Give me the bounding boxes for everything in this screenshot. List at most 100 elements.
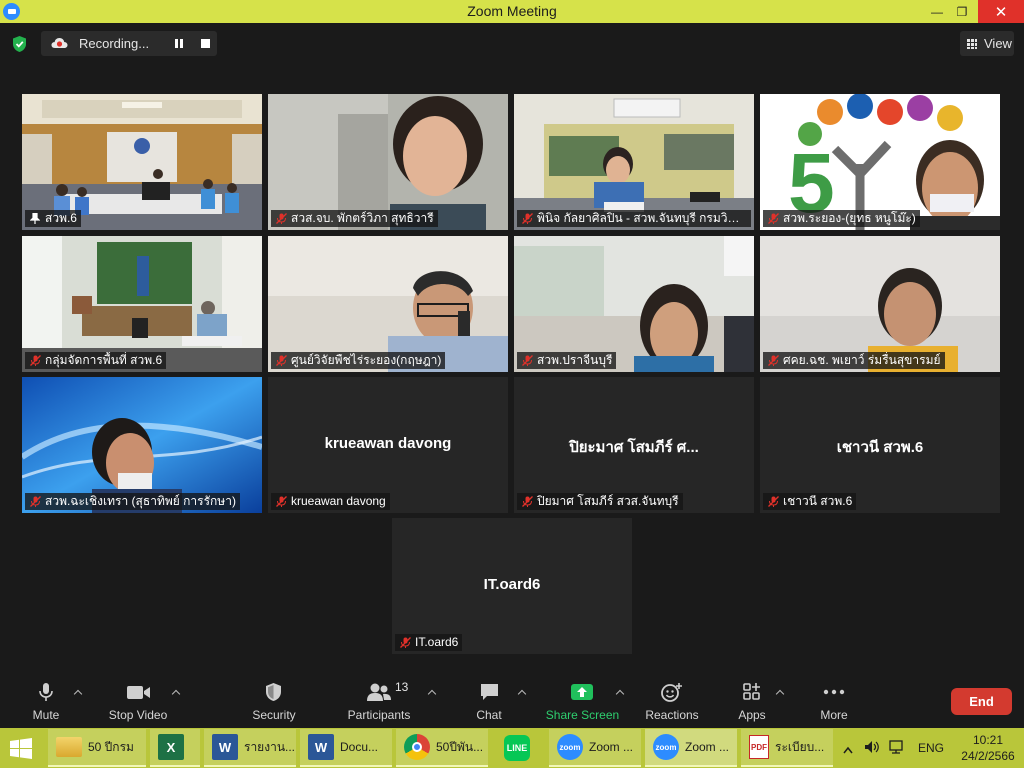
maximize-button[interactable]: ❐: [947, 0, 977, 23]
taskbar-item-label: 50 ปีกรม: [88, 739, 134, 754]
taskbar-item-folder[interactable]: 50 ปีกรม: [48, 729, 146, 767]
participant-display-name: ปิยะมาศ โสมภีร์ ศ...: [569, 439, 699, 456]
participant-name: สวพ.ระยอง-(ยุทธ หนูโม๊ะ): [783, 211, 916, 225]
emoji-reaction-icon: [661, 683, 682, 702]
participant-name: ศูนย์วิจัยพืชไร่ระยอง(กฤษฎา): [291, 353, 442, 367]
participant-name: IT.oard6: [415, 635, 459, 649]
participant-tile[interactable]: ศูนย์วิจัยพืชไร่ระยอง(กฤษฎา): [268, 236, 508, 372]
view-button[interactable]: View: [960, 31, 1014, 56]
chat-button[interactable]: Chat: [470, 680, 508, 726]
reactions-label: Reactions: [645, 708, 699, 722]
participant-nameplate: สวพ.ระยอง-(ยุทธ หนูโม๊ะ): [763, 210, 920, 227]
microphone-icon: [39, 683, 53, 701]
security-button[interactable]: Security: [248, 680, 300, 726]
taskbar-item-zoom[interactable]: zoom Zoom ...: [645, 729, 737, 767]
security-label: Security: [252, 708, 296, 722]
speaker-icon[interactable]: [864, 740, 880, 768]
input-language[interactable]: ENG: [918, 741, 944, 768]
participant-name: ปิยมาศ โสมภีร์ สวส.จันทบุรี: [537, 494, 679, 508]
chat-label: Chat: [476, 708, 502, 722]
participant-nameplate: กลุ่มจัดการพื้นที่ สวพ.6: [25, 352, 167, 369]
participants-count: 13: [395, 680, 409, 694]
participant-tile[interactable]: krueawan davong krueawan davong: [268, 377, 508, 513]
network-icon[interactable]: [888, 740, 904, 768]
zoom-icon: zoom: [557, 734, 583, 760]
stop-video-button[interactable]: Stop Video: [104, 680, 172, 726]
taskbar-item-pdf[interactable]: PDF ระเบียบ...: [741, 729, 833, 767]
mic-muted-icon: [276, 496, 287, 507]
chrome-icon: [404, 734, 430, 760]
mic-muted-icon: [276, 355, 287, 366]
participant-name: สวส.จบ. พักตร์วิภา สุทธิวารี: [291, 211, 434, 225]
participant-tile[interactable]: 5 สวพ.ระยอง-(ยุทธ หนูโม๊ะ): [760, 94, 1000, 230]
participant-name: เชาวนี สวพ.6: [783, 494, 853, 508]
apps-grid-icon: [743, 683, 760, 700]
video-camera-icon: [127, 686, 150, 699]
participant-tile[interactable]: กลุ่มจัดการพื้นที่ สวพ.6: [22, 236, 262, 372]
pause-recording-icon[interactable]: [174, 39, 184, 49]
taskbar-item-chrome[interactable]: 50ปีพัน...: [396, 729, 488, 767]
participant-name: พินิจ กัลยาศิลปิน - สวพ.จันทบุรี กรมวิชา…: [537, 211, 751, 225]
show-hidden-icons-chevron-icon[interactable]: [843, 743, 853, 768]
participant-tile[interactable]: สวพ.ปราจีนบุรี: [514, 236, 754, 372]
recording-label: Recording...: [79, 36, 150, 51]
participant-nameplate: สวส.จบ. พักตร์วิภา สุทธิวารี: [271, 210, 438, 227]
participant-tile[interactable]: สวพ.ฉะเชิงเทรา (สุธาทิพย์ การรักษา): [22, 377, 262, 513]
chevron-up-icon[interactable]: [616, 689, 624, 697]
chevron-up-icon[interactable]: [74, 689, 82, 697]
mic-muted-icon: [30, 496, 41, 507]
participant-display-name: เชาวนี สวพ.6: [836, 439, 924, 456]
participant-nameplate: ศคย.ฉช. พเยาว์ ร่มรื่นสุขารมย์: [763, 352, 945, 369]
chevron-up-icon[interactable]: [428, 689, 436, 697]
participant-tile[interactable]: IT.oard6 IT.oard6: [392, 518, 632, 654]
participant-tile[interactable]: เชาวนี สวพ.6 เชาวนี สวพ.6: [760, 377, 1000, 513]
participant-nameplate: ปิยมาศ โสมภีร์ สวส.จันทบุรี: [517, 493, 683, 510]
stop-recording-icon[interactable]: [201, 39, 210, 48]
mic-muted-icon: [522, 496, 533, 507]
taskbar-item-line[interactable]: LINE: [496, 729, 544, 767]
mute-button[interactable]: Mute: [22, 680, 70, 726]
participant-tile[interactable]: ปิยะมาศ โสมภีร์ ศ... ปิยมาศ โสมภีร์ สวส.…: [514, 377, 754, 513]
word-icon: W: [308, 734, 334, 760]
close-button[interactable]: ✕: [978, 0, 1024, 23]
meeting-toolbar: Mute Stop Video Security 13 Participants…: [0, 672, 1024, 728]
participants-button[interactable]: 13 Participants: [346, 680, 412, 726]
participant-nameplate: ศูนย์วิจัยพืชไร่ระยอง(กฤษฎา): [271, 352, 446, 369]
chevron-up-icon[interactable]: [518, 689, 526, 697]
taskbar-item-zoom[interactable]: zoom Zoom ...: [549, 729, 641, 767]
apps-label: Apps: [738, 708, 766, 722]
share-screen-button[interactable]: Share Screen: [545, 680, 620, 726]
taskbar-item-label: ระเบียบ...: [775, 739, 825, 754]
reactions-button[interactable]: Reactions: [644, 680, 700, 726]
chevron-up-icon[interactable]: [172, 689, 180, 697]
mic-muted-icon: [400, 637, 411, 648]
more-button[interactable]: More: [814, 680, 854, 726]
security-shield-icon: [266, 683, 281, 701]
participant-display-name: IT.oard6: [483, 576, 541, 593]
share-screen-label: Share Screen: [545, 708, 620, 722]
excel-icon: X: [158, 734, 184, 760]
end-meeting-button[interactable]: End: [951, 688, 1012, 715]
shield-icon[interactable]: [11, 35, 28, 53]
chevron-up-icon[interactable]: [776, 689, 784, 697]
more-dots-icon: [823, 689, 845, 695]
taskbar-item-word[interactable]: W Docu...: [300, 729, 392, 767]
participant-tile[interactable]: สวพ.6: [22, 94, 262, 230]
participant-nameplate: สวพ.6: [25, 210, 81, 227]
title-bar: Zoom Meeting — ❐ ✕: [0, 0, 1024, 23]
mic-muted-icon: [768, 496, 779, 507]
taskbar-item-label: รายงาน...: [244, 739, 296, 754]
zoom-window: Zoom Meeting — ❐ ✕ Recording... View สวพ…: [0, 0, 1024, 768]
taskbar-item-excel[interactable]: X: [150, 729, 200, 767]
participant-tile[interactable]: พินิจ กัลยาศิลปิน - สวพ.จันทบุรี กรมวิชา…: [514, 94, 754, 230]
taskbar-clock[interactable]: 10:21 24/2/2566: [958, 732, 1018, 764]
participant-tile[interactable]: ศคย.ฉช. พเยาว์ ร่มรื่นสุขารมย์: [760, 236, 1000, 372]
taskbar-item-word[interactable]: W รายงาน...: [204, 729, 296, 767]
participant-tile[interactable]: สวส.จบ. พักตร์วิภา สุทธิวารี: [268, 94, 508, 230]
participant-nameplate: พินิจ กัลยาศิลปิน - สวพ.จันทบุรี กรมวิชา…: [517, 210, 751, 227]
mic-muted-icon: [276, 213, 287, 224]
apps-button[interactable]: Apps: [734, 680, 770, 726]
zoom-icon: zoom: [653, 734, 679, 760]
windows-start-icon[interactable]: [10, 738, 32, 759]
mic-muted-icon: [522, 355, 533, 366]
